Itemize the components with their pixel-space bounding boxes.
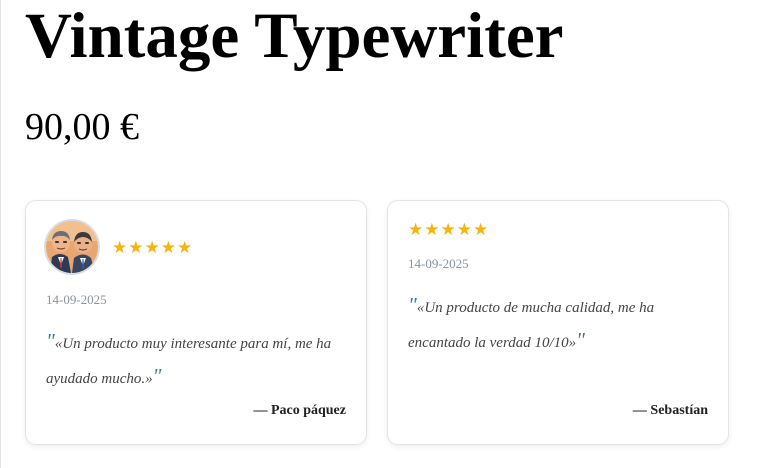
close-quote-icon: " [576, 328, 585, 352]
review-quote: "«Un producto muy interesante para mí, m… [46, 325, 346, 395]
rating-stars: ★★★★★ [408, 220, 490, 239]
review-author: — Paco páquez [253, 403, 346, 418]
review-date: 14-09-2025 [408, 256, 469, 271]
open-quote-icon: " [408, 293, 417, 317]
cartoon-avatar-icon [46, 221, 98, 273]
product-title: Vintage Typewriter [25, 0, 564, 72]
avatar-icon [46, 221, 98, 273]
review-text: «Un producto muy interesante para mí, me… [46, 336, 332, 387]
open-quote-icon: " [46, 329, 55, 353]
review-card: ★★★★★ 14-09-2025 "«Un producto muy inter… [25, 200, 367, 445]
close-quote-icon: " [152, 364, 162, 388]
product-price: 90,00 € [25, 106, 139, 148]
left-border [0, 0, 1, 468]
review-date: 14-09-2025 [46, 292, 107, 307]
reviews-section: ★★★★★ 14-09-2025 "«Un producto muy inter… [25, 200, 735, 446]
review-card: ★★★★★ 14-09-2025 "«Un producto de mucha … [387, 200, 729, 445]
review-quote: "«Un producto de mucha calidad, me ha en… [408, 289, 708, 359]
review-text: «Un producto de mucha calidad, me ha enc… [408, 300, 655, 351]
review-author: — Sebastían [632, 403, 708, 418]
rating-stars: ★★★★★ [112, 238, 194, 257]
